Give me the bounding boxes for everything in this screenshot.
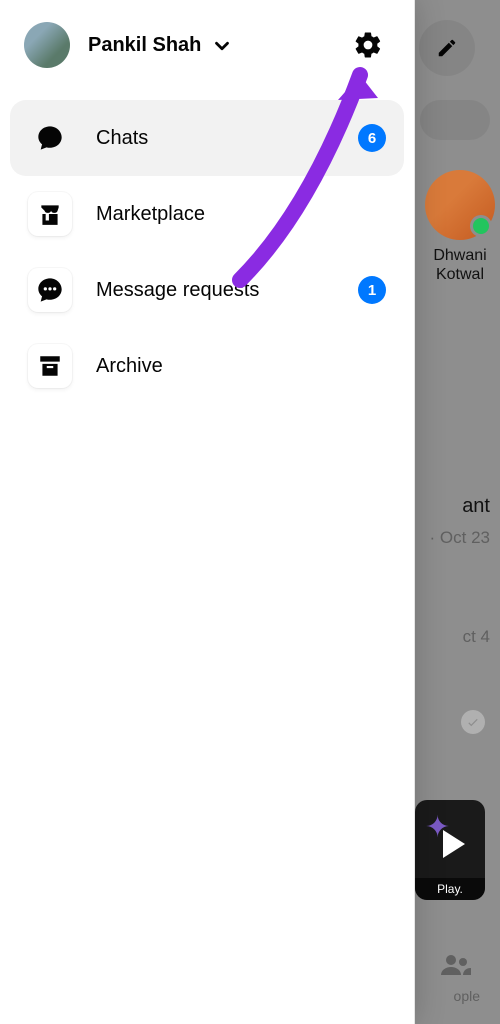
chats-badge: 6 [358,124,386,152]
delivered-check-icon [461,710,485,734]
chat-bubble-icon [28,116,72,160]
active-contact[interactable]: Dhwani Kotwal [420,170,500,284]
marketplace-icon [28,192,72,236]
menu-item-message-requests[interactable]: Message requests 1 [10,252,404,328]
bg-chat-fragment: ant [462,495,490,518]
account-switcher[interactable]: Pankil Shah [88,33,350,57]
gear-icon [353,30,383,60]
play-icon [443,830,465,858]
message-requests-icon [28,268,72,312]
pencil-icon [436,37,458,59]
drawer-header: Pankil Shah [0,0,414,90]
settings-button[interactable] [350,27,386,63]
requests-badge: 1 [358,276,386,304]
drawer-menu: Chats 6 Marketplace Message requests 1 A… [0,90,414,414]
background-pill [420,100,490,140]
user-avatar[interactable] [24,22,70,68]
menu-label: Message requests [96,279,358,302]
menu-item-archive[interactable]: Archive [10,328,404,404]
contact-name: Dhwani Kotwal [420,246,500,284]
menu-label: Marketplace [96,203,386,226]
bg-date-fragment: · Oct 23 [430,528,490,548]
people-tab-label: ople [454,988,480,1004]
menu-label: Archive [96,355,386,378]
menu-item-chats[interactable]: Chats 6 [10,100,404,176]
people-tab-icon[interactable] [440,952,472,984]
chevron-down-icon [211,35,233,57]
bg-date-fragment-2: ct 4 [463,627,490,647]
archive-icon [28,344,72,388]
story-label: Play. [415,878,485,900]
user-name: Pankil Shah [88,34,201,57]
compose-button[interactable] [419,20,475,76]
menu-label: Chats [96,127,358,150]
menu-item-marketplace[interactable]: Marketplace [10,176,404,252]
contact-avatar [425,170,495,240]
side-drawer: Pankil Shah Chats 6 Marketplace Message … [0,0,415,1024]
